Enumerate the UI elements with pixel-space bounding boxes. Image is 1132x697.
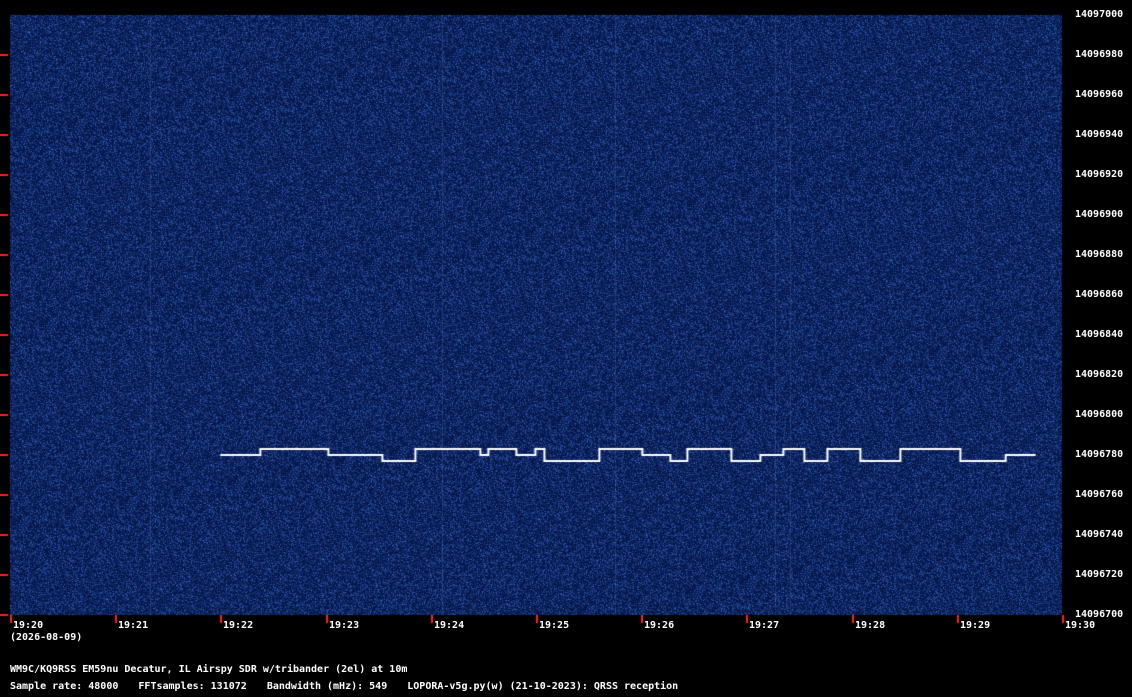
y-tick-label: 14096800: [1075, 409, 1124, 420]
x-tick-label: 19:27: [749, 620, 780, 631]
y-tick-label: 14096720: [1075, 569, 1124, 580]
software-version: LOPORA-v5g.py(w) (21-10-2023): QRSS rece…: [407, 681, 679, 692]
x-tick-label: 19:24: [434, 620, 465, 631]
y-tick-label: 14096740: [1075, 529, 1124, 540]
date-label: (2026-08-09): [10, 632, 83, 643]
fft-samples: FFTsamples: 131072: [138, 681, 247, 692]
bandwidth: Bandwidth (mHz): 549: [266, 681, 388, 692]
x-tick-label: 19:30: [1065, 620, 1096, 631]
y-tick-label: 14096760: [1075, 489, 1124, 500]
y-tick-label: 14097000: [1075, 9, 1124, 20]
x-tick-label: 19:25: [539, 620, 570, 631]
x-tick-label: 19:26: [644, 620, 675, 631]
y-tick-label: 14096960: [1075, 89, 1124, 100]
y-tick-label: 14096840: [1075, 329, 1124, 340]
y-tick-label: 14096900: [1075, 209, 1124, 220]
x-tick-label: 19:22: [223, 620, 254, 631]
x-tick-label: 19:21: [118, 620, 149, 631]
y-tick-label: 14096980: [1075, 49, 1124, 60]
x-tick-label: 19:23: [329, 620, 360, 631]
y-tick-label: 14096920: [1075, 169, 1124, 180]
y-tick-label: 14096820: [1075, 369, 1124, 380]
station-info: WM9C/KQ9RSS EM59nu Decatur, IL Airspy SD…: [10, 664, 408, 675]
y-tick-label: 14096880: [1075, 249, 1124, 260]
reception-info: Sample rate: 48000 FFTsamples: 131072 Ba…: [10, 681, 692, 693]
y-tick-label: 14096860: [1075, 289, 1124, 300]
x-tick-label: 19:29: [960, 620, 991, 631]
x-tick-label: 19:28: [855, 620, 886, 631]
y-tick-label: 14096940: [1075, 129, 1124, 140]
sample-rate: Sample rate: 48000: [10, 681, 119, 692]
x-tick-label: 19:20: [13, 620, 44, 631]
y-tick-label: 14096780: [1075, 449, 1124, 460]
waterfall-spectrogram: [0, 0, 1132, 697]
